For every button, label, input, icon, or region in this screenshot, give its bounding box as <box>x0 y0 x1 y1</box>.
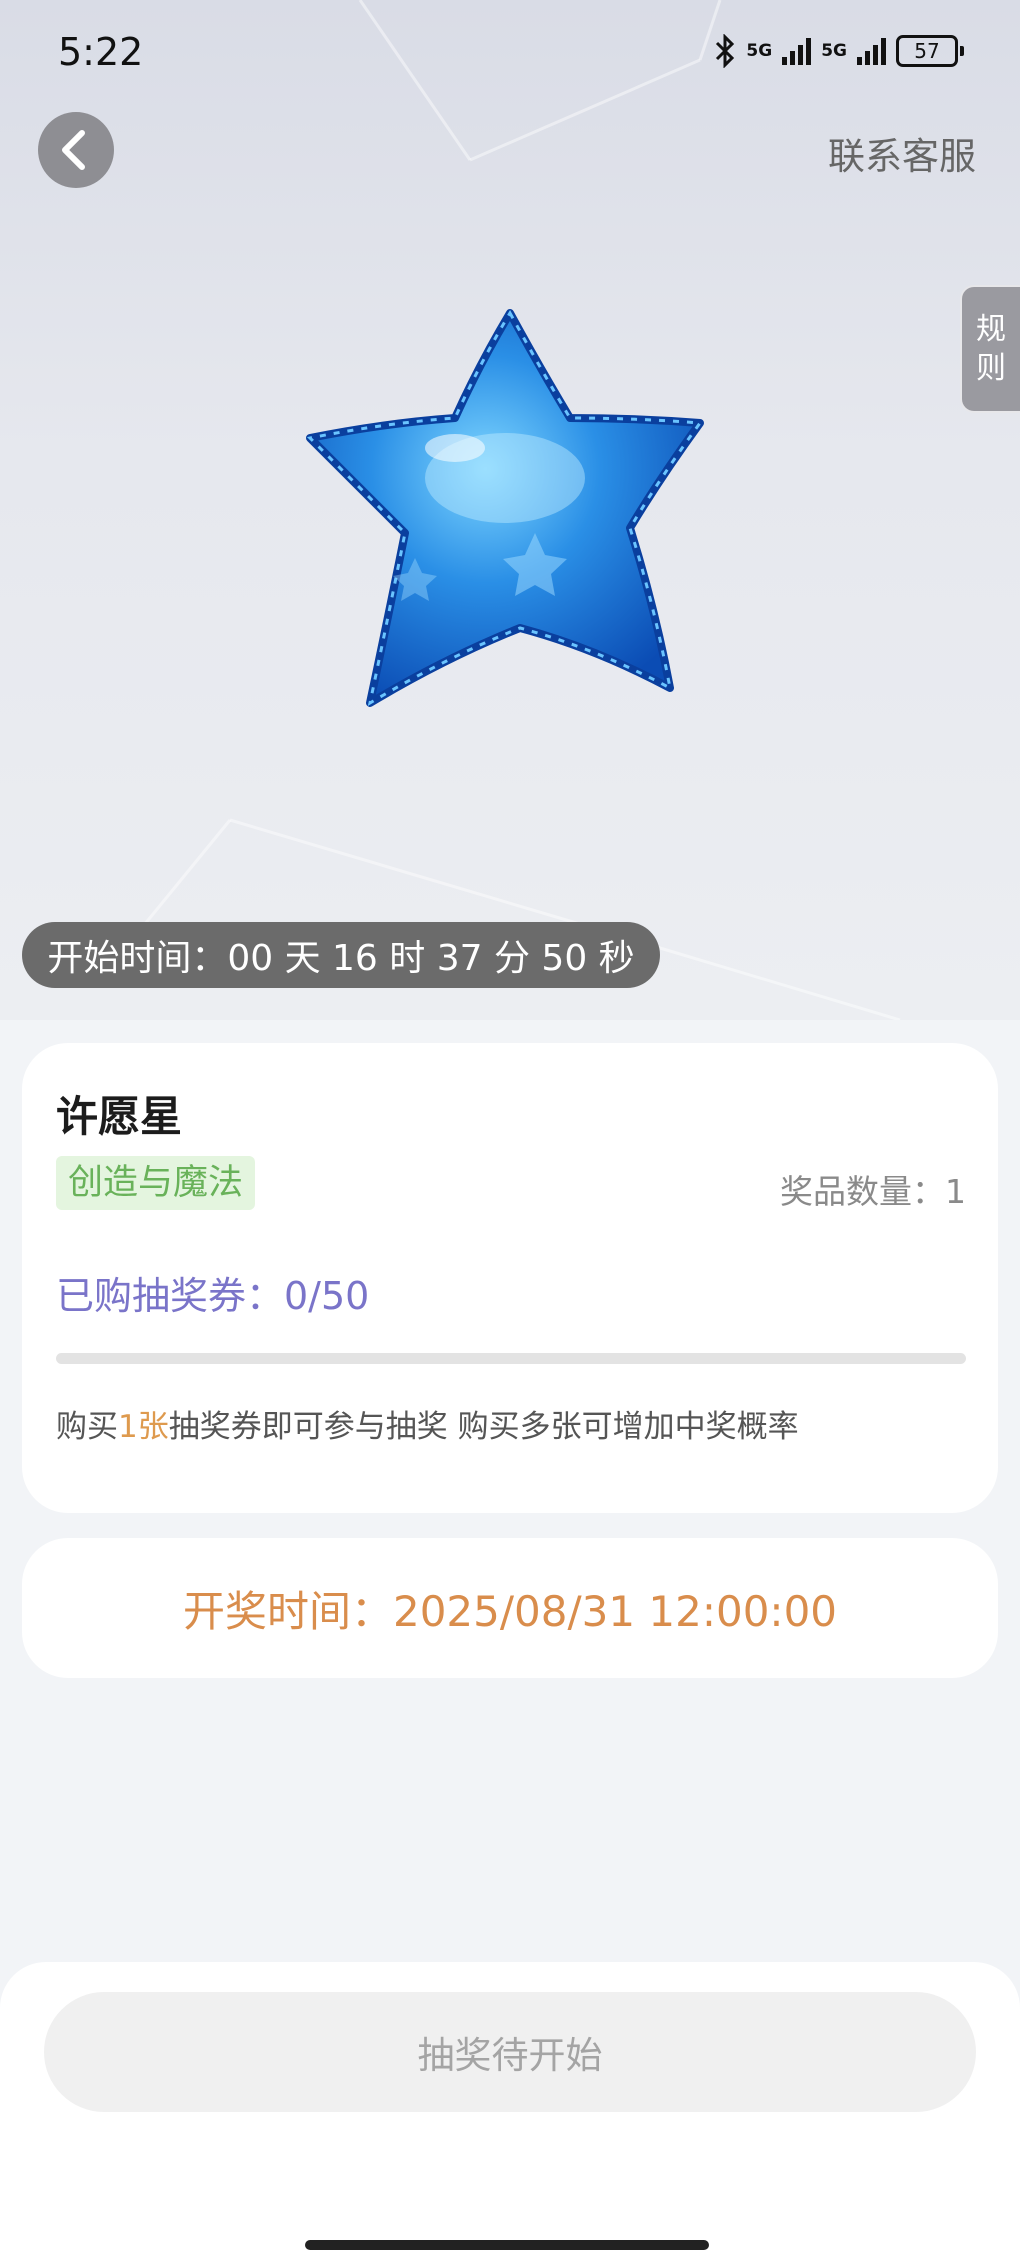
bottom-action-panel: 抽奖待开始 <box>0 1962 1020 2267</box>
draw-time: 开奖时间：2025/08/31 12:00:00 <box>182 1586 838 1636</box>
rules-tab[interactable]: 规 则 <box>960 285 1020 413</box>
bluetooth-icon <box>716 34 735 68</box>
draw-button[interactable]: 抽奖待开始 <box>44 1992 976 2112</box>
back-button[interactable] <box>38 112 114 188</box>
rules-label: 规 <box>976 312 1006 347</box>
rules-label: 则 <box>976 351 1006 386</box>
tickets-progress-bar <box>56 1353 966 1364</box>
prize-quantity: 奖品数量：1 <box>780 1172 966 1211</box>
prize-info-card: 许愿星 创造与魔法 奖品数量：1 已购抽奖券：0/50 购买1张抽奖券即可参与抽… <box>22 1043 998 1513</box>
home-indicator[interactable] <box>305 2240 709 2250</box>
battery-icon: 57 <box>896 35 964 67</box>
network-type-label: 5G <box>821 40 847 61</box>
signal-icon <box>857 37 886 65</box>
hint-text: 购买 <box>56 1409 118 1445</box>
chevron-left-icon <box>62 130 85 170</box>
prize-name: 许愿星 <box>56 1092 183 1141</box>
prize-hero: 5:22 5G 5G 57 联系客服 规 则 开始时间：00 天 16 时 37… <box>0 0 1020 1020</box>
purchased-tickets: 已购抽奖券：0/50 <box>56 1274 370 1318</box>
customer-service-link[interactable]: 联系客服 <box>828 126 976 180</box>
start-countdown: 开始时间：00 天 16 时 37 分 50 秒 <box>22 922 660 988</box>
hint-highlight: 1张 <box>118 1409 169 1445</box>
status-icons: 5G 5G 57 <box>714 34 964 68</box>
hint-text: 抽奖券即可参与抽奖 购买多张可增加中奖概率 <box>168 1409 799 1445</box>
signal-icon <box>782 37 812 65</box>
participation-hint: 购买1张抽奖券即可参与抽奖 购买多张可增加中奖概率 <box>56 1401 799 1446</box>
network-type-label: 5G <box>746 40 773 61</box>
star-balloon-image <box>306 309 704 707</box>
status-time: 5:22 <box>58 30 144 74</box>
category-tag: 创造与魔法 <box>56 1156 256 1210</box>
draw-time-card: 开奖时间：2025/08/31 12:00:00 <box>22 1538 998 1678</box>
